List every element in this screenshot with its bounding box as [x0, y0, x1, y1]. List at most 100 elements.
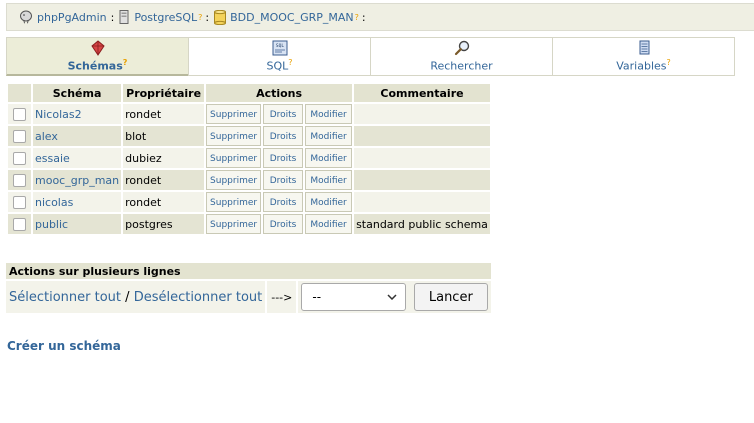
comment-cell — [354, 104, 490, 124]
server-icon — [119, 10, 129, 24]
breadcrumb-link[interactable]: BDD_MOOC_GRP_MAN — [230, 11, 354, 24]
privileges-button[interactable]: Droits — [263, 104, 304, 124]
privileges-button[interactable]: Droits — [263, 214, 304, 234]
breadcrumb-link[interactable]: PostgreSQL — [134, 11, 197, 24]
drop-button[interactable]: Supprimer — [206, 126, 262, 146]
alter-button[interactable]: Modifier — [305, 214, 353, 234]
row-checkbox[interactable] — [13, 173, 26, 187]
comment-cell — [354, 126, 490, 146]
tab-variables[interactable]: Variables? — [552, 37, 734, 76]
selection-links: Sélectionner tout / Desélectionner tout — [6, 281, 266, 313]
privileges-button[interactable]: Droits — [263, 192, 304, 212]
help-marker[interactable]: ? — [288, 58, 292, 67]
action-cell: Modifier — [305, 192, 353, 212]
row-select-cell — [8, 126, 31, 146]
alter-button[interactable]: Modifier — [305, 192, 353, 212]
schema-link[interactable]: Nicolas2 — [35, 108, 82, 121]
table-row: essaie dubiez Supprimer Droits Modifier — [8, 148, 490, 168]
schema-link[interactable]: alex — [35, 130, 58, 143]
action-cell: Droits — [263, 214, 304, 234]
tab-label: Variables — [616, 59, 667, 73]
select-all-link[interactable]: Sélectionner tout — [9, 290, 121, 305]
owner-cell: postgres — [123, 214, 205, 234]
breadcrumb-link[interactable]: phpPgAdmin — [37, 11, 107, 24]
action-cell: Droits — [263, 126, 304, 146]
tab-schemas[interactable]: Schémas? — [6, 37, 188, 76]
privileges-button[interactable]: Droits — [263, 148, 304, 168]
table-row: mooc_grp_man rondet Supprimer Droits Modifie… — [8, 170, 490, 190]
action-cell: Supprimer — [206, 126, 262, 146]
drop-button[interactable]: Supprimer — [206, 214, 262, 234]
table-row: public postgres Supprimer Droits Modifier sta… — [8, 214, 490, 234]
row-select-cell — [8, 148, 31, 168]
tab-label: Rechercher — [430, 59, 493, 73]
breadcrumb-item-server-root[interactable]: phpPgAdmin : — [19, 10, 119, 24]
privileges-button[interactable]: Droits — [263, 126, 304, 146]
schema-link[interactable]: essaie — [35, 152, 70, 165]
database-icon — [214, 9, 227, 25]
drop-button[interactable]: Supprimer — [206, 192, 262, 212]
drop-button[interactable]: Supprimer — [206, 170, 262, 190]
drop-button[interactable]: Supprimer — [206, 104, 262, 124]
action-cell: Supprimer — [206, 170, 262, 190]
create-schema-link[interactable]: Créer un schéma — [7, 339, 121, 353]
header-owner: Propriétaire — [123, 84, 205, 102]
schema-link[interactable]: mooc_grp_man — [35, 174, 119, 187]
breadcrumb-item-server[interactable]: PostgreSQL ? : — [119, 10, 214, 24]
owner-cell: blot — [123, 126, 205, 146]
drop-button[interactable]: Supprimer — [206, 148, 262, 168]
schema-cell: nicolas — [33, 192, 122, 212]
row-checkbox[interactable] — [13, 195, 26, 209]
table-row: nicolas rondet Supprimer Droits Modifier — [8, 192, 490, 212]
alter-button[interactable]: Modifier — [305, 104, 353, 124]
sql-icon: SQL — [272, 40, 287, 56]
comment-cell — [354, 192, 490, 212]
tab-sql[interactable]: SQL SQL? — [188, 37, 370, 76]
header-comment: Commentaire — [354, 84, 490, 102]
tab-overflow — [734, 37, 738, 76]
row-checkbox[interactable] — [13, 129, 26, 143]
search-icon — [454, 40, 469, 56]
schema-link[interactable]: public — [35, 218, 68, 231]
action-select[interactable]: -- — [301, 283, 407, 311]
tab-bar: Schémas? SQL SQL? Rechercher Variables? — [6, 37, 754, 76]
comment-cell — [354, 148, 490, 168]
action-cell: Droits — [263, 192, 304, 212]
arrow-label: ---> — [265, 281, 297, 313]
action-select-value: -- — [312, 290, 322, 304]
row-checkbox[interactable] — [13, 107, 26, 121]
help-marker[interactable]: ? — [355, 13, 359, 22]
breadcrumb-separator: : — [361, 10, 366, 24]
elephant-icon — [20, 10, 32, 24]
run-button[interactable]: Lancer — [413, 283, 488, 311]
table-row: alex blot Supprimer Droits Modifier — [8, 126, 490, 146]
privileges-button[interactable]: Droits — [263, 170, 304, 190]
row-checkbox[interactable] — [13, 151, 26, 165]
selection-separator: / — [125, 289, 130, 305]
schema-cell: public — [33, 214, 122, 234]
schemas-table: Schéma Propriétaire Actions Commentaire … — [6, 82, 492, 236]
deselect-all-link[interactable]: Desélectionner tout — [134, 290, 263, 305]
action-cell: Modifier — [305, 126, 353, 146]
comment-cell: standard public schema — [354, 214, 490, 234]
breadcrumb-item-database[interactable]: BDD_MOOC_GRP_MAN ? : — [214, 9, 371, 25]
schema-link[interactable]: nicolas — [35, 196, 73, 209]
help-marker[interactable]: ? — [667, 58, 671, 67]
action-cell: Modifier — [305, 104, 353, 124]
help-marker[interactable]: ? — [123, 58, 128, 67]
action-cell: Supprimer — [206, 214, 262, 234]
action-cell: Modifier — [305, 148, 353, 168]
alter-button[interactable]: Modifier — [305, 126, 353, 146]
alter-button[interactable]: Modifier — [305, 148, 353, 168]
action-cell: Droits — [263, 148, 304, 168]
table-header-row: Schéma Propriétaire Actions Commentaire — [8, 84, 490, 102]
breadcrumb: phpPgAdmin : PostgreSQL ? : BDD_MOOC_GRP… — [6, 3, 754, 31]
row-select-cell — [8, 170, 31, 190]
row-checkbox[interactable] — [13, 217, 26, 231]
help-marker[interactable]: ? — [198, 13, 202, 22]
multi-actions-controls: -- Lancer — [296, 281, 491, 313]
chevron-down-icon — [387, 294, 397, 300]
action-cell: Modifier — [305, 214, 353, 234]
alter-button[interactable]: Modifier — [305, 170, 353, 190]
tab-search[interactable]: Rechercher — [370, 37, 552, 76]
